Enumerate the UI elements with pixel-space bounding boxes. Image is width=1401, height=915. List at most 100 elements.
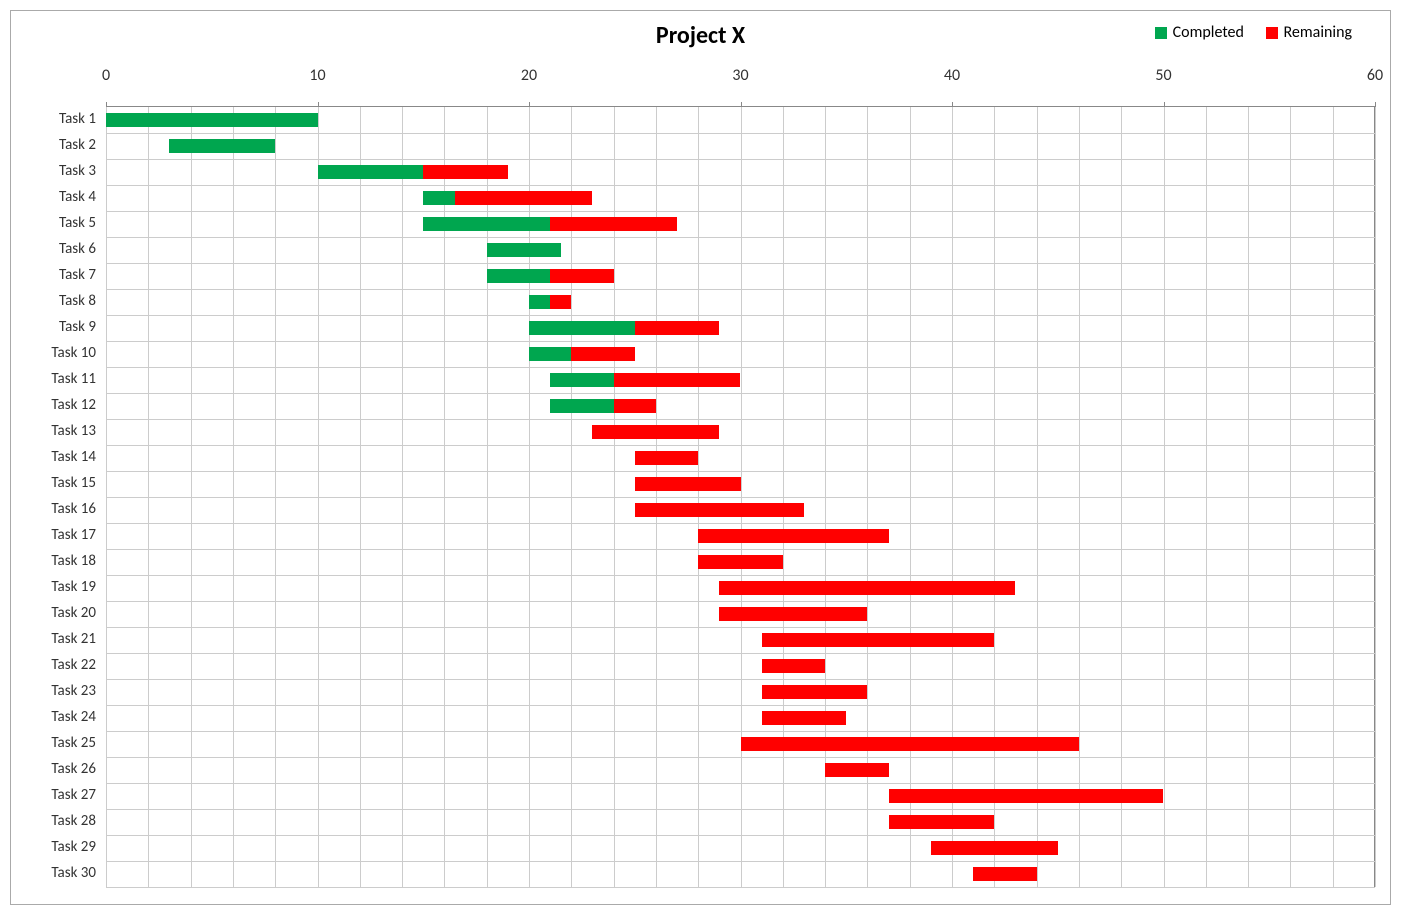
bar-remaining bbox=[762, 633, 995, 647]
task-row: Task 18 bbox=[106, 549, 1375, 576]
task-label: Task 4 bbox=[59, 188, 96, 206]
x-tick-label: 10 bbox=[309, 66, 325, 85]
bar-completed bbox=[423, 217, 550, 231]
bar-remaining bbox=[635, 321, 720, 335]
task-label: Task 26 bbox=[51, 760, 96, 778]
x-tick-label: 50 bbox=[1155, 66, 1171, 85]
x-tick-label: 0 bbox=[102, 66, 110, 85]
bar-remaining bbox=[741, 737, 1079, 751]
legend-label-remaining: Remaining bbox=[1284, 23, 1353, 42]
task-label: Task 2 bbox=[59, 136, 96, 154]
plot-area: Task 1Task 2Task 3Task 4Task 5Task 6 Task… bbox=[106, 106, 1375, 887]
bar-completed bbox=[550, 373, 613, 387]
gantt-chart: Project X Completed Remaining 0102030405… bbox=[10, 10, 1391, 905]
task-row: Task 10 bbox=[106, 341, 1375, 368]
legend-item-completed: Completed bbox=[1155, 23, 1244, 42]
legend-label-completed: Completed bbox=[1173, 23, 1244, 42]
task-label: Task 11 bbox=[51, 370, 96, 388]
task-row: Task 17 bbox=[106, 523, 1375, 550]
x-tick-label: 40 bbox=[944, 66, 960, 85]
bar-remaining bbox=[614, 373, 741, 387]
x-tick-label: 30 bbox=[732, 66, 748, 85]
task-label: Task 30 bbox=[51, 864, 96, 882]
bar-completed bbox=[487, 269, 550, 283]
bar-remaining bbox=[698, 529, 888, 543]
task-label: Task 28 bbox=[51, 812, 96, 830]
task-label: Task 22 bbox=[51, 656, 96, 674]
bar-remaining bbox=[550, 295, 571, 309]
task-row: Task 1 bbox=[106, 107, 1375, 134]
task-row: Task 29 bbox=[106, 835, 1375, 862]
bar-remaining bbox=[973, 867, 1036, 881]
task-label: Task 10 bbox=[51, 344, 96, 362]
bar-remaining bbox=[889, 815, 995, 829]
bar-completed bbox=[550, 399, 613, 413]
bar-remaining bbox=[719, 607, 867, 621]
bar-completed bbox=[487, 243, 561, 257]
task-label: Task 1 bbox=[59, 110, 96, 128]
task-label: Task 3 bbox=[59, 162, 96, 180]
task-row: Task 30 bbox=[106, 861, 1375, 888]
bar-remaining bbox=[571, 347, 634, 361]
bar-completed bbox=[169, 139, 275, 153]
task-row: Task 13 bbox=[106, 419, 1375, 446]
bar-remaining bbox=[550, 269, 613, 283]
task-row: Task 8 bbox=[106, 289, 1375, 316]
task-row: Task 28 bbox=[106, 809, 1375, 836]
task-row: Task 26 bbox=[106, 757, 1375, 784]
x-tick bbox=[1375, 102, 1376, 107]
bar-remaining bbox=[698, 555, 783, 569]
task-label: Task 25 bbox=[51, 734, 96, 752]
task-label: Task 23 bbox=[51, 682, 96, 700]
task-label: Task 12 bbox=[51, 396, 96, 414]
task-row: Task 4 bbox=[106, 185, 1375, 212]
bar-completed bbox=[318, 165, 424, 179]
task-row: Task 6 bbox=[106, 237, 1375, 264]
bar-completed bbox=[529, 347, 571, 361]
task-label: Task 20 bbox=[51, 604, 96, 622]
task-label: Task 15 bbox=[51, 474, 96, 492]
task-row: Task 27 bbox=[106, 783, 1375, 810]
bar-remaining bbox=[550, 217, 677, 231]
bar-remaining bbox=[719, 581, 1015, 595]
task-label: Task 9 bbox=[59, 318, 96, 336]
task-label: Task 24 bbox=[51, 708, 96, 726]
task-row: Task 25 bbox=[106, 731, 1375, 758]
bar-completed bbox=[529, 295, 550, 309]
bar-remaining bbox=[762, 659, 825, 673]
bar-completed bbox=[529, 321, 635, 335]
bar-remaining bbox=[762, 711, 847, 725]
task-label: Task 29 bbox=[51, 838, 96, 856]
task-row: Task 12 bbox=[106, 393, 1375, 420]
legend-swatch-remaining bbox=[1266, 27, 1278, 39]
bar-remaining bbox=[825, 763, 888, 777]
task-row: Task 24 bbox=[106, 705, 1375, 732]
task-label: Task 16 bbox=[51, 500, 96, 518]
task-label: Task 8 bbox=[59, 292, 96, 310]
task-row: Task 5 bbox=[106, 211, 1375, 238]
legend-item-remaining: Remaining bbox=[1266, 23, 1353, 42]
task-label: Task 21 bbox=[51, 630, 96, 648]
task-row: Task 14 bbox=[106, 445, 1375, 472]
bar-completed bbox=[106, 113, 318, 127]
bar-remaining bbox=[635, 503, 804, 517]
bar-remaining bbox=[931, 841, 1058, 855]
chart-legend: Completed Remaining bbox=[1155, 23, 1370, 44]
task-label: Task 5 bbox=[59, 214, 96, 232]
legend-swatch-completed bbox=[1155, 27, 1167, 39]
task-label: Task 7 bbox=[59, 266, 96, 284]
bar-completed bbox=[423, 191, 455, 205]
x-tick-label: 60 bbox=[1367, 66, 1383, 85]
task-row: Task 21 bbox=[106, 627, 1375, 654]
bar-remaining bbox=[762, 685, 868, 699]
task-row: Task 22 bbox=[106, 653, 1375, 680]
task-row: Task 20 bbox=[106, 601, 1375, 628]
task-label: Task 19 bbox=[51, 578, 96, 596]
x-axis: 0102030405060 bbox=[106, 66, 1375, 91]
task-row: Task 11 bbox=[106, 367, 1375, 394]
task-row: Task 23 bbox=[106, 679, 1375, 706]
task-label: Task 18 bbox=[51, 552, 96, 570]
task-row: Task 3 bbox=[106, 159, 1375, 186]
task-row: Task 2 bbox=[106, 133, 1375, 160]
bar-remaining bbox=[455, 191, 592, 205]
